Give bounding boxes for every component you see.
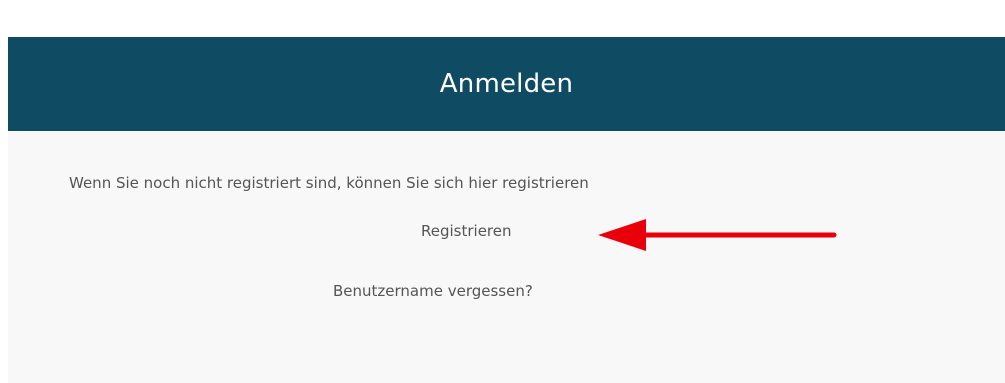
- login-header: Anmelden: [8, 37, 1005, 131]
- forgot-username-link[interactable]: Benutzername vergessen?: [333, 282, 533, 300]
- page-title: Anmelden: [439, 69, 574, 99]
- page: Anmelden Wenn Sie noch nicht registriert…: [0, 0, 1005, 383]
- login-body: Wenn Sie noch nicht registriert sind, kö…: [8, 131, 1005, 383]
- registration-hint-text: Wenn Sie noch nicht registriert sind, kö…: [69, 174, 589, 192]
- red-arrow-left-icon: [598, 219, 837, 251]
- register-link[interactable]: Registrieren: [421, 222, 512, 240]
- login-panel: Anmelden Wenn Sie noch nicht registriert…: [8, 37, 1005, 383]
